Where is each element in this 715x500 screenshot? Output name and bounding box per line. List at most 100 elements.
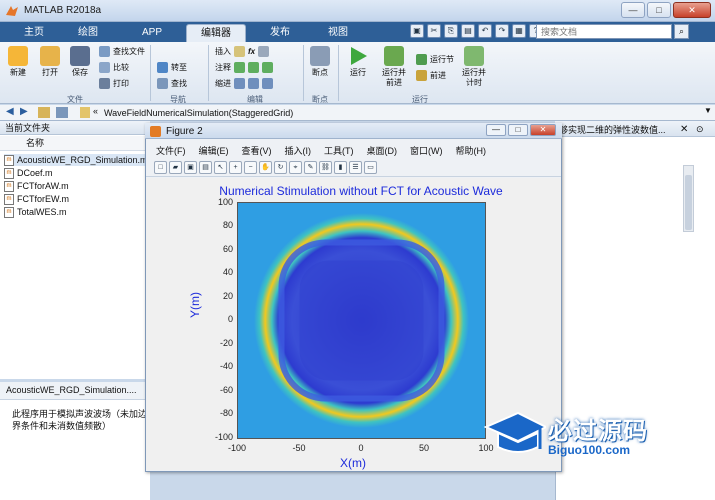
figure-close-button[interactable]: ✕	[530, 124, 556, 136]
minimize-button[interactable]: —	[621, 2, 645, 18]
m-file-icon: m	[4, 206, 14, 218]
close-icon[interactable]: ✕	[680, 124, 688, 135]
run-and-advance-button[interactable]: 运行并 前进	[382, 46, 406, 88]
save-button[interactable]: 保存	[70, 46, 90, 78]
current-folder-header: 当前文件夹	[0, 121, 150, 135]
y-tick-label: -100	[214, 432, 233, 442]
new-button[interactable]: 新建	[8, 46, 28, 78]
breakpoints-button[interactable]: 断点	[310, 46, 330, 78]
cut-icon[interactable]: ✂	[427, 24, 441, 38]
insert-button[interactable]: 插入 fx	[215, 46, 270, 57]
scrollbar-thumb[interactable]	[685, 175, 692, 230]
brand-url: Biguo100.com	[548, 443, 631, 457]
figure-maximize-button[interactable]: □	[508, 124, 528, 136]
heatmap-axes[interactable]	[237, 202, 486, 439]
tab-view[interactable]: 视图	[312, 24, 364, 42]
wrap-comment-icon[interactable]	[262, 62, 273, 73]
menu-window[interactable]: 窗口(W)	[410, 144, 443, 157]
open-file-icon[interactable]: ▰	[169, 161, 182, 174]
link-plot-icon[interactable]: ⛓	[319, 161, 332, 174]
y-tick-label: 80	[222, 220, 233, 230]
save-icon[interactable]: ▣	[184, 161, 197, 174]
indent-button[interactable]: 缩进	[215, 78, 273, 89]
file-item[interactable]: m TotalWES.m	[4, 206, 67, 218]
browse-folder-icon[interactable]	[56, 107, 68, 118]
hide-plot-tools-icon[interactable]: ▭	[364, 161, 377, 174]
redo-icon[interactable]: ↷	[495, 24, 509, 38]
up-folder-icon[interactable]	[38, 107, 50, 118]
tab-apps[interactable]: APP	[126, 24, 178, 42]
group-divider	[208, 45, 209, 101]
zoom-in-icon[interactable]: +	[229, 161, 242, 174]
run-and-time-button[interactable]: 运行并 计时	[462, 46, 486, 88]
find-button[interactable]: 查找	[157, 78, 187, 89]
file-item[interactable]: m DCoef.m	[4, 167, 53, 179]
save-icon	[70, 46, 90, 66]
menu-view[interactable]: 查看(V)	[242, 144, 272, 157]
menu-help[interactable]: 帮助(H)	[456, 144, 487, 157]
tab-editor[interactable]: 编辑器	[186, 24, 246, 42]
search-input[interactable]: 搜索文档	[536, 24, 672, 39]
fx-icon[interactable]: fx	[248, 47, 255, 56]
chart-title: Numerical Stimulation without FCT for Ac…	[219, 184, 503, 198]
name-column-header[interactable]: 名称	[0, 136, 150, 151]
tab-home[interactable]: 主页	[8, 24, 60, 42]
menu-tools[interactable]: 工具(T)	[324, 144, 354, 157]
x-axis-label: X(m)	[340, 456, 366, 470]
colorbar-icon[interactable]: ▮	[334, 161, 347, 174]
insert-options-icon[interactable]	[258, 46, 270, 57]
select-arrow-icon[interactable]: ↖	[214, 161, 227, 174]
brush-icon[interactable]: ✎	[304, 161, 317, 174]
menu-desktop[interactable]: 桌面(D)	[367, 144, 398, 157]
back-icon[interactable]: ◀	[6, 106, 14, 117]
menu-edit[interactable]: 编辑(E)	[199, 144, 229, 157]
run-button[interactable]: 运行	[348, 46, 368, 78]
menu-insert[interactable]: 插入(I)	[285, 144, 312, 157]
open-button[interactable]: 打开	[40, 46, 60, 78]
legend-icon[interactable]: ☰	[349, 161, 362, 174]
advance-button[interactable]: 前进	[416, 70, 446, 81]
run-section-button[interactable]: 运行节	[416, 54, 454, 65]
save-icon[interactable]: ▣	[410, 24, 424, 38]
figure-minimize-button[interactable]: —	[486, 124, 506, 136]
graduation-cap-logo	[484, 411, 546, 453]
m-file-icon: m	[4, 154, 14, 166]
compare-button[interactable]: 比较	[99, 62, 129, 73]
forward-icon[interactable]: ▶	[20, 106, 28, 117]
file-item[interactable]: m FCTforAW.m	[4, 180, 69, 192]
close-button[interactable]: ✕	[673, 2, 711, 18]
copy-icon[interactable]: ⎘	[444, 24, 458, 38]
uncomment-icon[interactable]	[248, 62, 259, 73]
run-group-label: 运行	[412, 95, 428, 104]
zoom-out-icon[interactable]: −	[244, 161, 257, 174]
panel-menu-icon[interactable]: ⊙	[696, 124, 704, 135]
search-icon[interactable]: ⌕	[674, 24, 689, 39]
path-chevron-icon[interactable]: «	[93, 106, 98, 116]
pan-icon[interactable]: ✋	[259, 161, 272, 174]
tab-publish[interactable]: 发布	[254, 24, 306, 42]
menu-file[interactable]: 文件(F)	[156, 144, 186, 157]
increase-indent-icon[interactable]	[248, 78, 259, 89]
rotate-icon[interactable]: ↻	[274, 161, 287, 174]
find-files-button[interactable]: 查找文件	[99, 46, 145, 57]
file-item[interactable]: m FCTforEW.m	[4, 193, 69, 205]
file-item[interactable]: m AcousticWE_RGD_Simulation.m	[4, 154, 148, 166]
current-path[interactable]: WaveFieldNumericalSimulation(StaggeredGr…	[104, 108, 293, 118]
y-tick-label: -80	[219, 408, 233, 418]
print-button[interactable]: 打印	[99, 78, 129, 89]
print-icon[interactable]: ▤	[199, 161, 212, 174]
goto-button[interactable]: 转至	[157, 62, 187, 73]
brand-name: 必过源码	[548, 418, 648, 445]
undo-icon[interactable]: ↶	[478, 24, 492, 38]
paste-icon[interactable]: ▤	[461, 24, 475, 38]
tab-plots[interactable]: 绘图	[62, 24, 114, 42]
maximize-button[interactable]: □	[647, 2, 671, 18]
decrease-indent-icon[interactable]	[262, 78, 273, 89]
data-cursor-icon[interactable]: ⌖	[289, 161, 302, 174]
ribbon: 新建 打开 保存 查找文件 比较 打印 文件 转至 查找 导航 插入 fx 注释	[0, 42, 715, 104]
comment-button[interactable]: 注释	[215, 62, 273, 73]
new-figure-icon[interactable]: □	[154, 161, 167, 174]
wavefield-image	[238, 203, 485, 438]
chevron-down-icon[interactable]: ▼	[704, 106, 712, 115]
switch-windows-icon[interactable]: ▦	[512, 24, 526, 38]
